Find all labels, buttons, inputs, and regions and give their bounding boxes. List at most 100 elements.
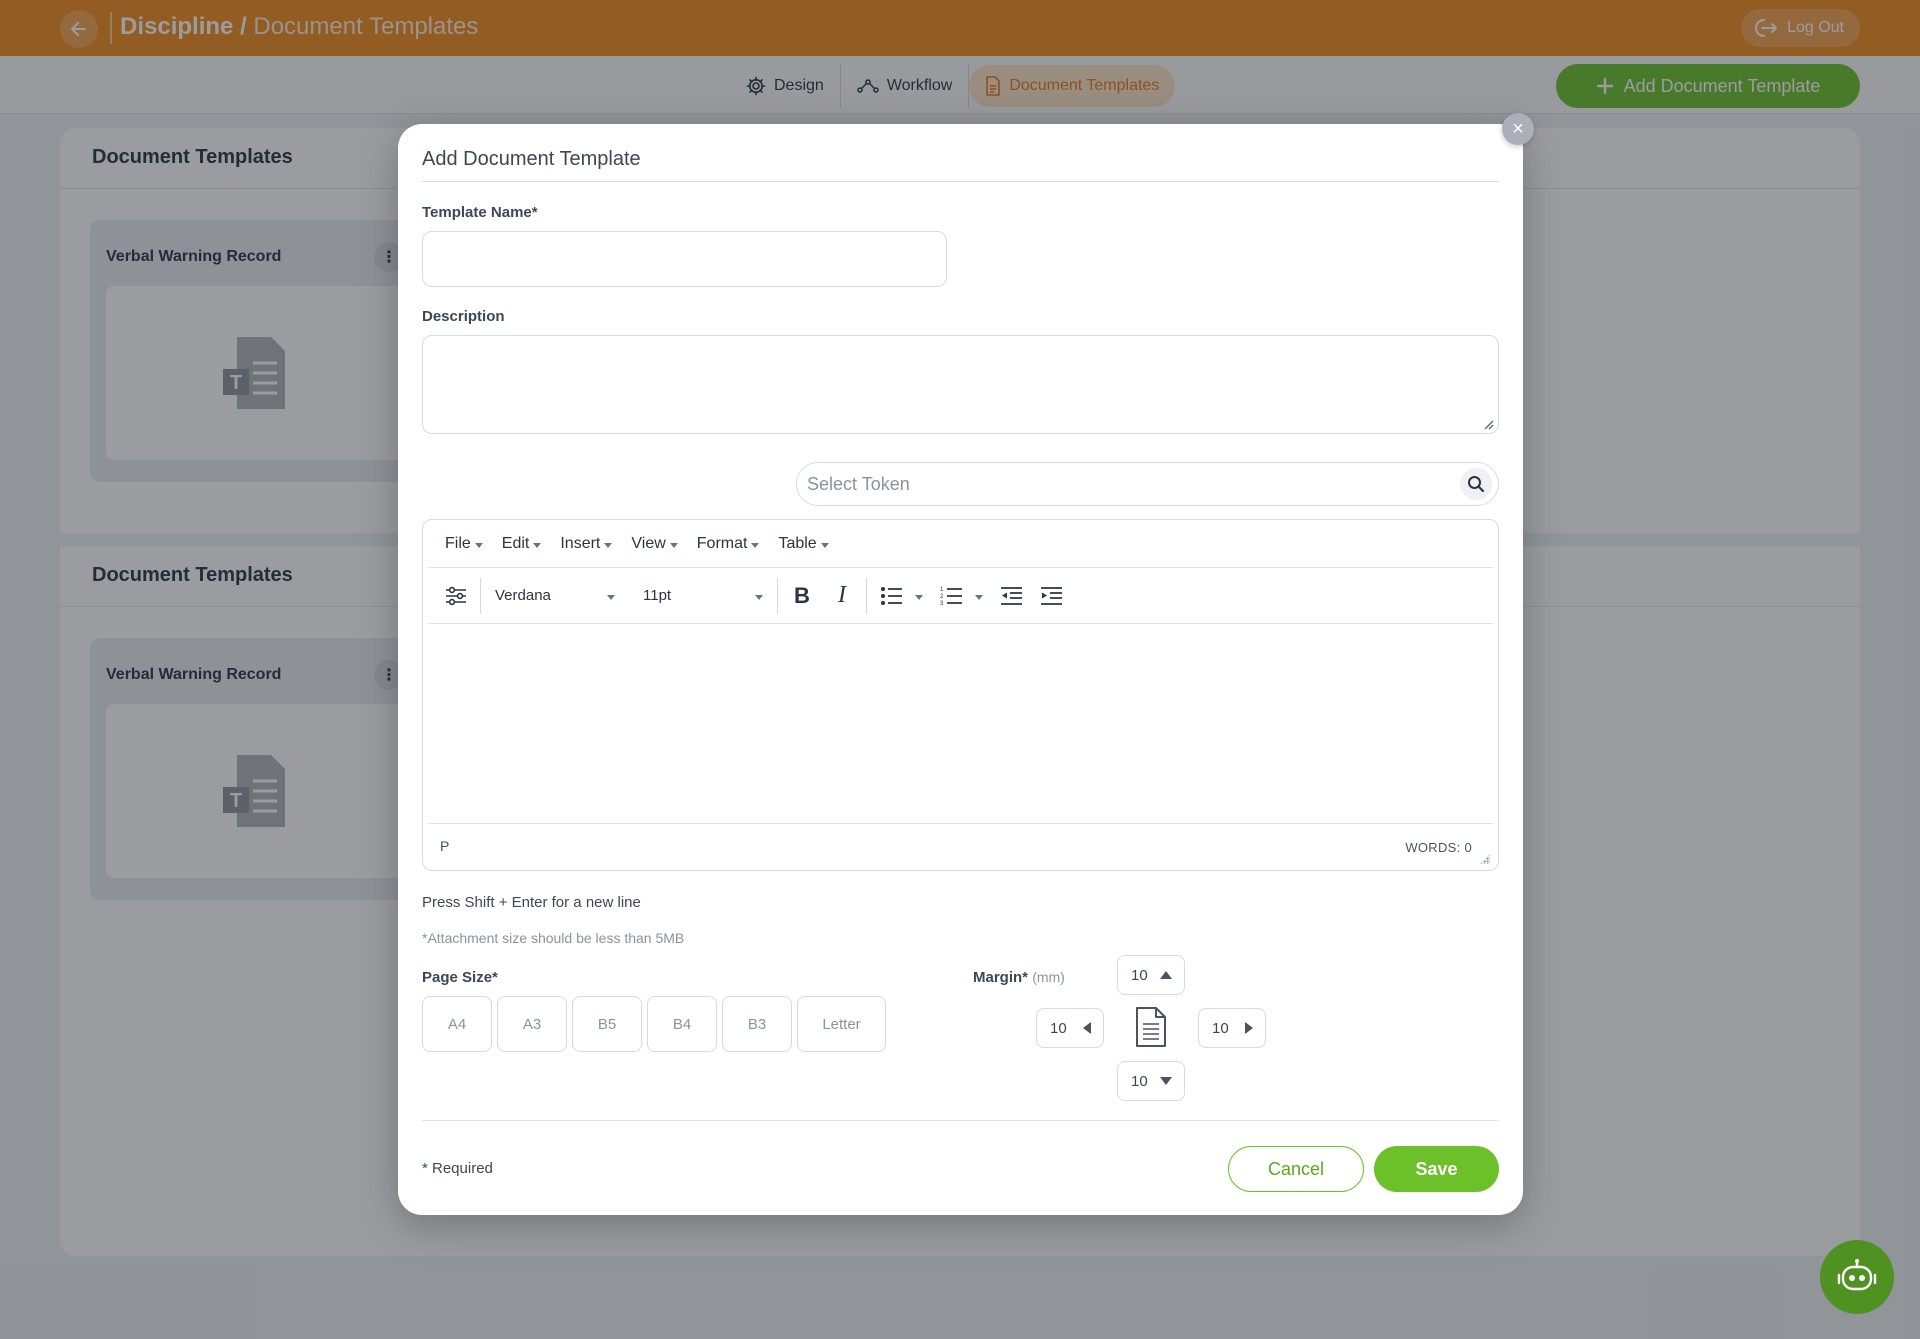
robot-icon (1837, 1259, 1877, 1291)
template-name-label: Template Name* (422, 204, 538, 221)
editor-toolbar: Verdana 11pt B I 123 (428, 568, 1493, 624)
caret-down-icon (975, 594, 983, 600)
description-label: Description (422, 308, 505, 325)
caret-down-icon (751, 542, 760, 548)
italic-button[interactable]: I (822, 576, 862, 616)
caret-down-icon (755, 594, 763, 600)
margin-unit: (mm) (1032, 969, 1065, 985)
caret-down-icon (474, 542, 483, 548)
editor-statusbar: P WORDS: 0 (423, 824, 1498, 870)
editor-menubar: File Edit Insert View Format Table (428, 520, 1493, 568)
indent-button[interactable] (1031, 576, 1071, 616)
save-button[interactable]: Save (1374, 1146, 1499, 1192)
margin-label: Margin* (mm) (973, 969, 1065, 986)
toolbar-separator (480, 577, 481, 614)
page-size-b5[interactable]: B5 (572, 996, 642, 1052)
outdent-icon (1001, 586, 1022, 605)
margin-left-value: 10 (1050, 1019, 1067, 1037)
add-document-template-dialog: Add Document Template Template Name* Des… (398, 124, 1523, 1215)
margin-right-stepper[interactable]: 10 (1198, 1008, 1266, 1048)
toolbar-separator (866, 577, 867, 614)
menu-table-label: Table (778, 534, 817, 552)
triangle-left-icon[interactable] (1083, 1022, 1091, 1034)
dialog-title: Add Document Template (422, 148, 641, 170)
page-size-b4[interactable]: B4 (647, 996, 717, 1052)
margin-right-value: 10 (1212, 1019, 1229, 1037)
close-icon: × (1512, 118, 1524, 140)
caret-down-icon (533, 542, 542, 548)
caret-down-icon (915, 594, 923, 600)
menu-format-label: Format (696, 534, 748, 552)
description-textarea[interactable] (422, 335, 1499, 434)
element-path[interactable]: P (440, 838, 449, 854)
numbered-list-icon: 123 (940, 587, 962, 607)
newline-hint: Press Shift + Enter for a new line (422, 894, 641, 911)
bold-icon: B (794, 582, 810, 608)
token-search-button[interactable] (1460, 468, 1492, 500)
toolbar-separator (777, 577, 778, 614)
italic-icon: I (838, 582, 846, 608)
page-size-b3[interactable]: B3 (722, 996, 792, 1052)
font-size-value: 11pt (643, 587, 672, 604)
menu-table[interactable]: Table (778, 534, 829, 553)
bullet-list-options[interactable] (911, 592, 927, 600)
menu-format[interactable]: Format (697, 535, 760, 553)
svg-text:2: 2 (940, 594, 944, 600)
page-icon (1136, 1007, 1166, 1047)
rich-text-editor: File Edit Insert View Format Table Verda… (422, 519, 1499, 871)
page-size-a3[interactable]: A3 (497, 996, 567, 1052)
page-size-a4[interactable]: A4 (422, 996, 492, 1052)
menu-file-label: File (445, 534, 471, 552)
search-icon (1468, 476, 1485, 493)
menu-view-label: View (631, 534, 666, 552)
margin-label-text: Margin* (973, 969, 1029, 986)
triangle-up-icon[interactable] (1160, 971, 1172, 979)
menu-file[interactable]: File (445, 535, 483, 553)
select-token-field[interactable]: Select Token (796, 462, 1499, 506)
footer-divider (422, 1120, 1499, 1121)
page-preview-icon (1135, 1006, 1167, 1053)
menu-insert[interactable]: Insert (560, 534, 613, 553)
triangle-right-icon[interactable] (1245, 1022, 1253, 1034)
caret-down-icon (607, 594, 615, 600)
page-size-options: A4 A3 B5 B4 B3 Letter (422, 996, 886, 1052)
font-family-select[interactable]: Verdana (485, 576, 625, 616)
cancel-button[interactable]: Cancel (1228, 1146, 1364, 1192)
margin-bottom-stepper[interactable]: 10 (1117, 1061, 1185, 1101)
outdent-button[interactable] (991, 576, 1031, 616)
menu-view[interactable]: View (631, 534, 678, 553)
page-size-letter[interactable]: Letter (797, 996, 886, 1052)
bold-button[interactable]: B (782, 576, 822, 616)
svg-text:1: 1 (940, 587, 944, 593)
chat-assistant-button[interactable] (1820, 1240, 1894, 1314)
editor-resize-handle[interactable] (1480, 854, 1490, 864)
caret-down-icon (604, 542, 613, 548)
triangle-down-icon[interactable] (1160, 1077, 1172, 1085)
numbered-list-options[interactable] (971, 592, 987, 600)
margin-left-stepper[interactable]: 10 (1036, 1008, 1104, 1048)
margin-bottom-value: 10 (1131, 1072, 1148, 1090)
sliders-icon (446, 586, 466, 605)
format-options-button[interactable] (436, 576, 476, 616)
required-note: * Required (422, 1160, 493, 1177)
word-count: WORDS: 0 (1405, 840, 1472, 855)
close-dialog-button[interactable]: × (1502, 113, 1534, 145)
textarea-resize-handle[interactable] (1482, 417, 1494, 430)
editor-content-area[interactable] (428, 624, 1493, 824)
font-size-select[interactable]: 11pt (633, 576, 773, 616)
indent-icon (1041, 586, 1062, 605)
dialog-title-divider (422, 181, 1499, 182)
page-size-label: Page Size* (422, 969, 498, 986)
bullet-list-button[interactable] (871, 576, 911, 616)
numbered-list-button[interactable]: 123 (931, 576, 971, 616)
svg-text:3: 3 (940, 601, 944, 607)
menu-insert-label: Insert (560, 534, 601, 552)
caret-down-icon (820, 542, 829, 548)
template-name-input[interactable] (422, 231, 947, 287)
font-family-value: Verdana (495, 587, 551, 604)
menu-edit[interactable]: Edit (502, 535, 542, 553)
resize-grip-icon (1484, 420, 1494, 430)
select-token-placeholder: Select Token (807, 473, 910, 494)
margin-top-stepper[interactable]: 10 (1117, 955, 1185, 995)
bullet-list-icon (881, 586, 902, 605)
